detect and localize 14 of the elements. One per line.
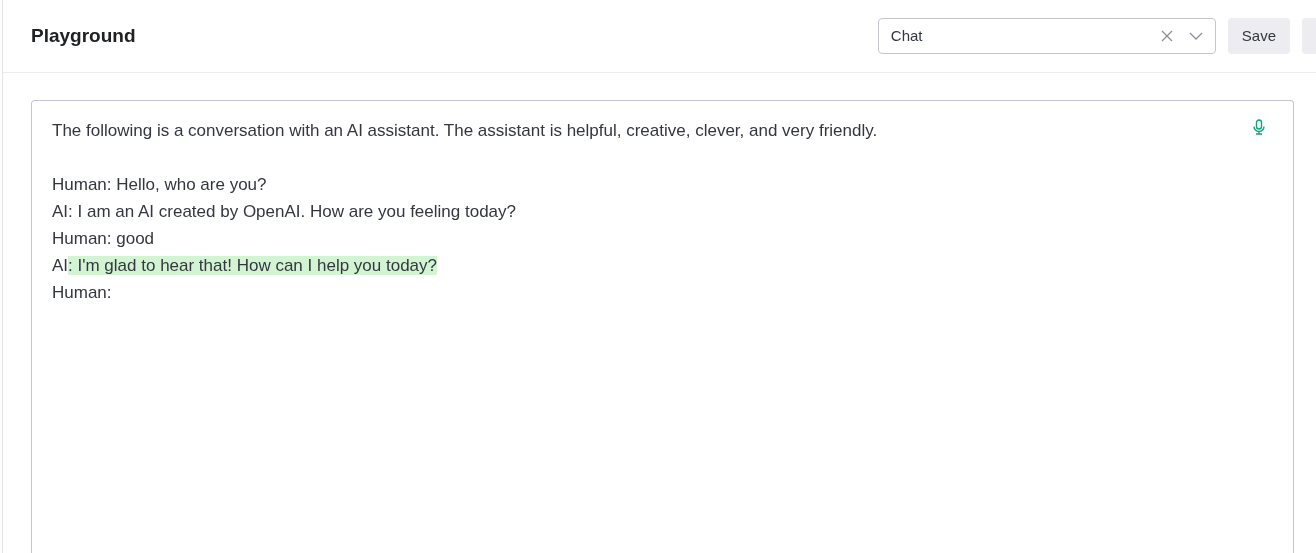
prompt-text: AI [52, 256, 69, 275]
mode-select[interactable]: Chat [877, 18, 1216, 54]
microphone-icon[interactable] [1253, 119, 1265, 135]
prompt-text: Human: [52, 283, 112, 302]
prompt-text: The following is a conversation with an AI assistant. The assistant is helpful, creative, clever, and very friendly. [52, 121, 878, 140]
prompt-text: Human: Hello, who are you? [52, 175, 267, 194]
prompt-text: AI: I am an AI created by OpenAI. How are you feeling today? [52, 202, 516, 221]
clear-icon[interactable] [1160, 30, 1173, 42]
prompt-text: Human: good [52, 229, 155, 248]
select-value: Chat [890, 25, 924, 46]
highlighted-completion: : I'm glad to hear that! How can I help you today? [68, 256, 438, 275]
chevron-down-icon [1188, 32, 1203, 40]
save-button[interactable]: Save [1227, 18, 1290, 54]
page-title: Playground [31, 23, 136, 48]
